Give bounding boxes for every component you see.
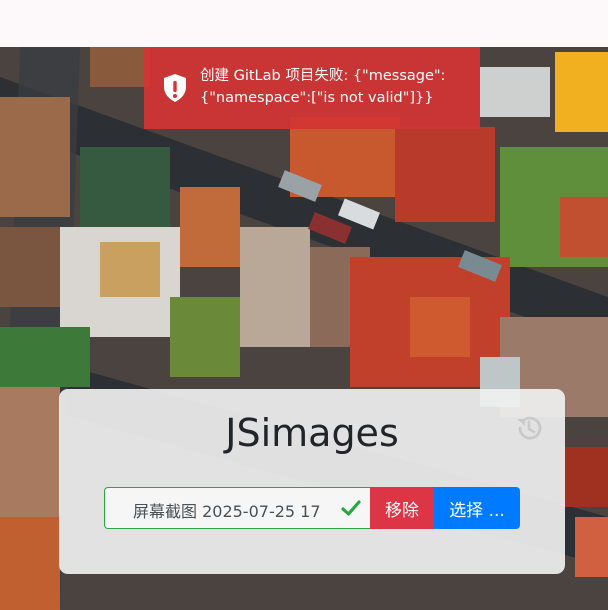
file-input-group: 屏幕截图 2025-07-25 17 移除 选择 ... (104, 487, 520, 529)
error-toast: 创建 GitLab 项目失败: {"message":{"namespace":… (144, 47, 480, 129)
file-name-field[interactable]: 屏幕截图 2025-07-25 17 (104, 487, 370, 529)
app-title: JSimages (225, 411, 399, 455)
upload-card: JSimages 屏幕截图 2025-07-25 17 移除 选择 ... (59, 389, 565, 574)
page: 创建 GitLab 项目失败: {"message":{"namespace":… (0, 0, 608, 610)
toast-message: 创建 GitLab 项目失败: {"message":{"namespace":… (200, 68, 446, 106)
check-icon (341, 500, 361, 516)
top-bar (0, 0, 608, 47)
file-name-text: 屏幕截图 2025-07-25 17 (133, 502, 321, 521)
choose-file-button[interactable]: 选择 ... (434, 487, 520, 529)
remove-button[interactable]: 移除 (370, 487, 434, 529)
alert-shield-icon (164, 74, 186, 102)
history-icon[interactable] (514, 413, 544, 443)
